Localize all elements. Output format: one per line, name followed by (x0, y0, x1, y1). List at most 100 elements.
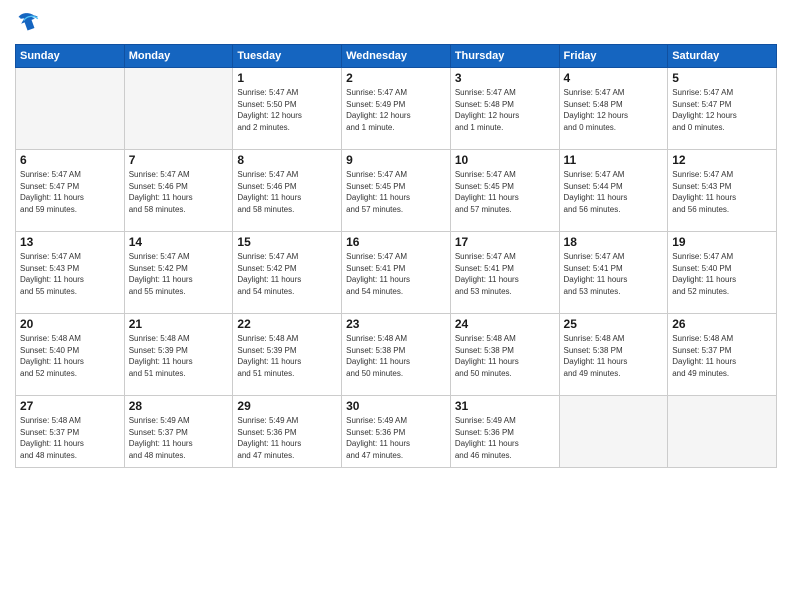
calendar-cell: 8 Sunrise: 5:47 AM Sunset: 5:46 PM Daylig… (233, 150, 342, 232)
calendar-cell: 10 Sunrise: 5:47 AM Sunset: 5:45 PM Dayli… (450, 150, 559, 232)
calendar-cell: 18Sunrise: 5:47 AM Sunset: 5:41 PM Dayli… (559, 232, 668, 314)
day-info: Sunrise: 5:47 AM Sunset: 5:47 PM Dayligh… (672, 87, 772, 133)
day-info: Sunrise: 5:47 AM Sunset: 5:48 PM Dayligh… (455, 87, 555, 133)
logo-icon (15, 10, 43, 38)
day-info: Sunrise: 5:47 AM Sunset: 5:42 PM Dayligh… (129, 251, 229, 297)
day-info: Sunrise: 5:47 AM Sunset: 5:46 PM Dayligh… (129, 169, 229, 215)
day-number: 24 (455, 317, 555, 331)
calendar-cell: 2 Sunrise: 5:47 AM Sunset: 5:49 PM Daylig… (342, 68, 451, 150)
calendar-cell (124, 68, 233, 150)
day-info: Sunrise: 5:48 AM Sunset: 5:38 PM Dayligh… (564, 333, 664, 379)
calendar-cell: 7 Sunrise: 5:47 AM Sunset: 5:46 PM Daylig… (124, 150, 233, 232)
calendar-cell (559, 396, 668, 468)
day-number: 1 (237, 71, 337, 85)
day-info: Sunrise: 5:49 AM Sunset: 5:37 PM Dayligh… (129, 415, 229, 461)
day-info: Sunrise: 5:48 AM Sunset: 5:39 PM Dayligh… (237, 333, 337, 379)
calendar-cell: 30 Sunrise: 5:49 AM Sunset: 5:36 PM Dayli… (342, 396, 451, 468)
calendar-cell: 12Sunrise: 5:47 AM Sunset: 5:43 PM Dayli… (668, 150, 777, 232)
day-info: Sunrise: 5:47 AM Sunset: 5:45 PM Dayligh… (346, 169, 446, 215)
weekday-header-sunday: Sunday (16, 45, 125, 68)
day-info: Sunrise: 5:49 AM Sunset: 5:36 PM Dayligh… (237, 415, 337, 461)
day-info: Sunrise: 5:47 AM Sunset: 5:43 PM Dayligh… (20, 251, 120, 297)
calendar-cell: 27 Sunrise: 5:48 AM Sunset: 5:37 PM Dayli… (16, 396, 125, 468)
day-number: 2 (346, 71, 446, 85)
day-number: 25 (564, 317, 664, 331)
calendar-cell: 9 Sunrise: 5:47 AM Sunset: 5:45 PM Daylig… (342, 150, 451, 232)
day-number: 4 (564, 71, 664, 85)
day-number: 11 (564, 153, 664, 167)
day-number: 21 (129, 317, 229, 331)
week-row-3: 13Sunrise: 5:47 AM Sunset: 5:43 PM Dayli… (16, 232, 777, 314)
day-number: 27 (20, 399, 120, 413)
calendar-cell: 13Sunrise: 5:47 AM Sunset: 5:43 PM Dayli… (16, 232, 125, 314)
calendar-cell: 28 Sunrise: 5:49 AM Sunset: 5:37 PM Dayli… (124, 396, 233, 468)
day-number: 10 (455, 153, 555, 167)
calendar-cell: 22 Sunrise: 5:48 AM Sunset: 5:39 PM Dayli… (233, 314, 342, 396)
day-number: 18 (564, 235, 664, 249)
day-number: 22 (237, 317, 337, 331)
day-info: Sunrise: 5:47 AM Sunset: 5:45 PM Dayligh… (455, 169, 555, 215)
day-number: 3 (455, 71, 555, 85)
calendar-cell: 25 Sunrise: 5:48 AM Sunset: 5:38 PM Dayli… (559, 314, 668, 396)
weekday-header-row: SundayMondayTuesdayWednesdayThursdayFrid… (16, 45, 777, 68)
day-number: 26 (672, 317, 772, 331)
weekday-header-saturday: Saturday (668, 45, 777, 68)
day-number: 30 (346, 399, 446, 413)
day-number: 19 (672, 235, 772, 249)
day-info: Sunrise: 5:48 AM Sunset: 5:38 PM Dayligh… (455, 333, 555, 379)
week-row-2: 6Sunrise: 5:47 AM Sunset: 5:47 PM Daylig… (16, 150, 777, 232)
calendar-cell (16, 68, 125, 150)
day-info: Sunrise: 5:48 AM Sunset: 5:38 PM Dayligh… (346, 333, 446, 379)
day-info: Sunrise: 5:47 AM Sunset: 5:40 PM Dayligh… (672, 251, 772, 297)
day-info: Sunrise: 5:47 AM Sunset: 5:44 PM Dayligh… (564, 169, 664, 215)
calendar-cell: 16Sunrise: 5:47 AM Sunset: 5:41 PM Dayli… (342, 232, 451, 314)
calendar-cell: 24 Sunrise: 5:48 AM Sunset: 5:38 PM Dayli… (450, 314, 559, 396)
day-info: Sunrise: 5:47 AM Sunset: 5:41 PM Dayligh… (346, 251, 446, 297)
day-info: Sunrise: 5:48 AM Sunset: 5:37 PM Dayligh… (672, 333, 772, 379)
week-row-1: 1 Sunrise: 5:47 AM Sunset: 5:50 PM Daylig… (16, 68, 777, 150)
calendar-cell: 3 Sunrise: 5:47 AM Sunset: 5:48 PM Daylig… (450, 68, 559, 150)
calendar-cell: 4 Sunrise: 5:47 AM Sunset: 5:48 PM Daylig… (559, 68, 668, 150)
day-number: 12 (672, 153, 772, 167)
calendar-cell: 15 Sunrise: 5:47 AM Sunset: 5:42 PM Dayli… (233, 232, 342, 314)
day-number: 31 (455, 399, 555, 413)
day-info: Sunrise: 5:48 AM Sunset: 5:39 PM Dayligh… (129, 333, 229, 379)
calendar-cell: 17Sunrise: 5:47 AM Sunset: 5:41 PM Dayli… (450, 232, 559, 314)
day-number: 6 (20, 153, 120, 167)
header (15, 10, 777, 38)
calendar-cell: 11 Sunrise: 5:47 AM Sunset: 5:44 PM Dayli… (559, 150, 668, 232)
calendar-cell (668, 396, 777, 468)
calendar-cell: 19 Sunrise: 5:47 AM Sunset: 5:40 PM Dayli… (668, 232, 777, 314)
weekday-header-wednesday: Wednesday (342, 45, 451, 68)
day-number: 7 (129, 153, 229, 167)
day-info: Sunrise: 5:48 AM Sunset: 5:40 PM Dayligh… (20, 333, 120, 379)
day-number: 8 (237, 153, 337, 167)
day-number: 28 (129, 399, 229, 413)
week-row-4: 20Sunrise: 5:48 AM Sunset: 5:40 PM Dayli… (16, 314, 777, 396)
calendar-cell: 6Sunrise: 5:47 AM Sunset: 5:47 PM Daylig… (16, 150, 125, 232)
day-number: 9 (346, 153, 446, 167)
day-info: Sunrise: 5:49 AM Sunset: 5:36 PM Dayligh… (346, 415, 446, 461)
calendar: SundayMondayTuesdayWednesdayThursdayFrid… (15, 44, 777, 468)
page: SundayMondayTuesdayWednesdayThursdayFrid… (0, 0, 792, 612)
day-info: Sunrise: 5:47 AM Sunset: 5:42 PM Dayligh… (237, 251, 337, 297)
day-number: 23 (346, 317, 446, 331)
day-info: Sunrise: 5:49 AM Sunset: 5:36 PM Dayligh… (455, 415, 555, 461)
weekday-header-thursday: Thursday (450, 45, 559, 68)
calendar-cell: 26 Sunrise: 5:48 AM Sunset: 5:37 PM Dayli… (668, 314, 777, 396)
day-number: 15 (237, 235, 337, 249)
calendar-cell: 14 Sunrise: 5:47 AM Sunset: 5:42 PM Dayli… (124, 232, 233, 314)
calendar-cell: 20Sunrise: 5:48 AM Sunset: 5:40 PM Dayli… (16, 314, 125, 396)
weekday-header-tuesday: Tuesday (233, 45, 342, 68)
day-number: 5 (672, 71, 772, 85)
calendar-cell: 21 Sunrise: 5:48 AM Sunset: 5:39 PM Dayli… (124, 314, 233, 396)
calendar-cell: 1 Sunrise: 5:47 AM Sunset: 5:50 PM Daylig… (233, 68, 342, 150)
day-info: Sunrise: 5:47 AM Sunset: 5:48 PM Dayligh… (564, 87, 664, 133)
day-info: Sunrise: 5:48 AM Sunset: 5:37 PM Dayligh… (20, 415, 120, 461)
day-number: 29 (237, 399, 337, 413)
calendar-cell: 29 Sunrise: 5:49 AM Sunset: 5:36 PM Dayli… (233, 396, 342, 468)
day-info: Sunrise: 5:47 AM Sunset: 5:50 PM Dayligh… (237, 87, 337, 133)
day-number: 14 (129, 235, 229, 249)
day-info: Sunrise: 5:47 AM Sunset: 5:46 PM Dayligh… (237, 169, 337, 215)
day-info: Sunrise: 5:47 AM Sunset: 5:49 PM Dayligh… (346, 87, 446, 133)
